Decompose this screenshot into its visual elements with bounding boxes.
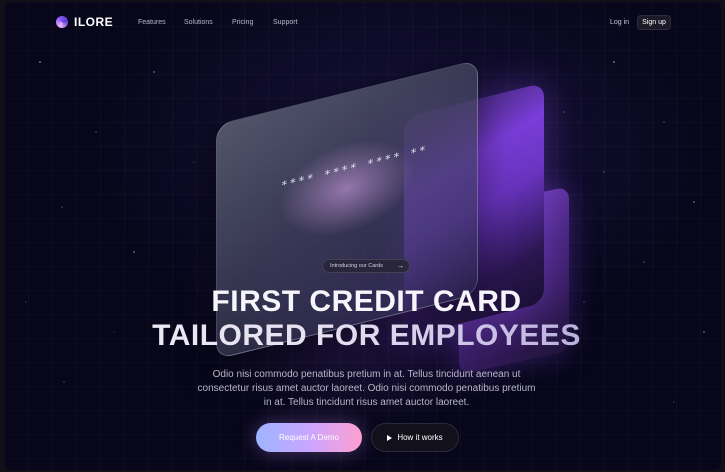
how-it-works-label: How it works [397, 433, 443, 442]
nav-link-features[interactable]: Features [138, 19, 166, 26]
page-frame: ILORE Features Solutions Pricing Support… [4, 2, 721, 470]
hero-description: Odio nisi commodo penatibus pretium in a… [194, 368, 539, 410]
play-icon [387, 434, 393, 441]
logo-swirl-icon [56, 16, 68, 28]
hero-headline-line2: TAILORED FOR EMPLOYEES [4, 321, 721, 351]
hero-description-line: consectetur risus amet auctor laoreet. O… [197, 383, 536, 394]
nav-link-pricing[interactable]: Pricing [232, 19, 253, 26]
hero-description-line: in at. Tellus tincidunt risus amet aucto… [263, 397, 470, 408]
card-number: **** **** **** ** [281, 142, 428, 193]
request-demo-button[interactable]: Request A Demo [256, 423, 362, 452]
nav-link-support[interactable]: Support [273, 19, 298, 26]
signup-button[interactable]: Sign up [637, 15, 671, 30]
login-link[interactable]: Log in [610, 19, 629, 26]
hero-headline-line1: FIRST CREDIT CARD [211, 285, 522, 318]
brand-name: ILORE [74, 15, 114, 29]
nav-link-solutions[interactable]: Solutions [184, 19, 213, 26]
hero-description-line: Odio nisi commodo penatibus pretium in a… [212, 369, 521, 380]
brand-logo[interactable]: ILORE [56, 15, 113, 29]
arrow-right-icon: → [397, 262, 404, 270]
how-it-works-button[interactable]: How it works [371, 423, 459, 452]
intro-badge-label: Introducing our Cards [330, 263, 383, 269]
intro-badge[interactable]: Introducing our Cards → [322, 259, 410, 273]
